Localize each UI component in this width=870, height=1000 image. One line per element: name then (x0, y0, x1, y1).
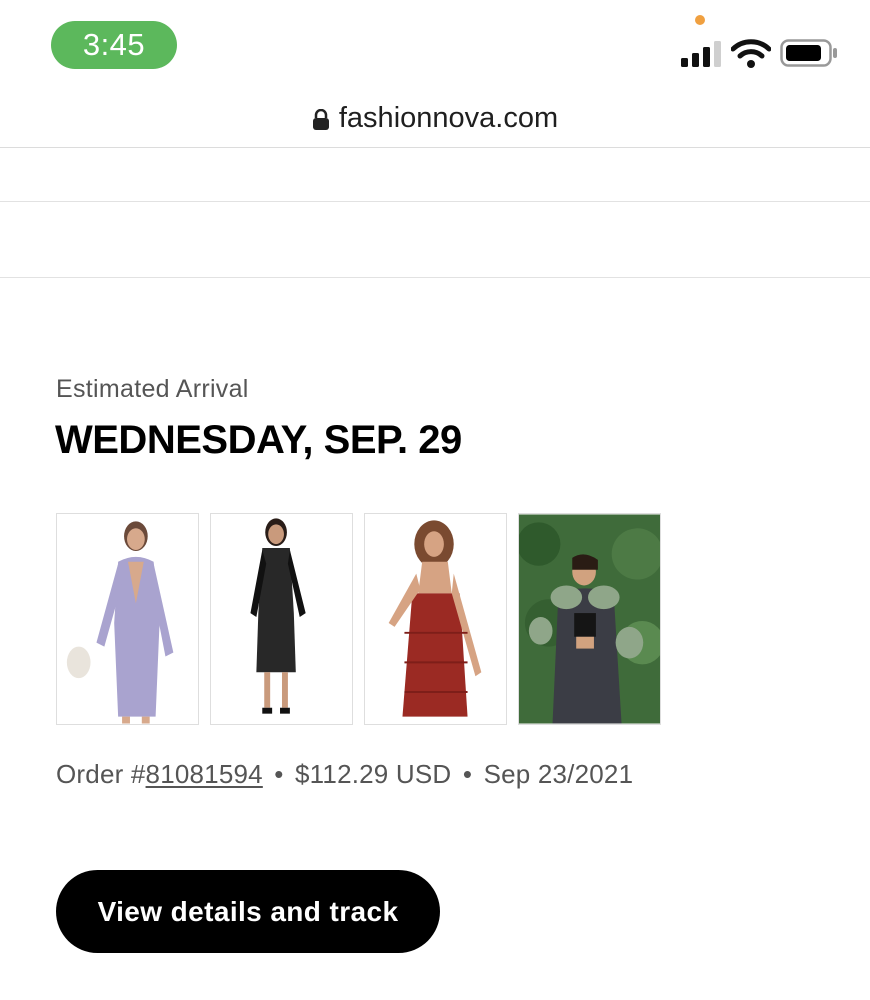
battery-icon (780, 39, 837, 67)
product-thumbnail-black-dress[interactable] (210, 513, 353, 725)
signal-icon (681, 41, 721, 67)
order-item-thumbnails (56, 513, 661, 725)
wifi-icon (731, 39, 771, 68)
order-summary: Order #81081594 • $112.29 USD • Sep 23/2… (56, 759, 633, 790)
status-time: 3:45 (51, 21, 177, 69)
red-fringe-dress-image (365, 514, 506, 724)
denim-jacket-image (519, 514, 660, 724)
lavender-dress-image (57, 514, 198, 724)
status-bar: 3:45 (0, 0, 870, 90)
black-dress-image (211, 514, 352, 724)
view-details-track-button[interactable]: View details and track (56, 870, 440, 953)
product-thumbnail-denim-jacket[interactable] (518, 513, 661, 725)
product-thumbnail-red-fringe-dress[interactable] (364, 513, 507, 725)
privacy-indicator-dot (695, 15, 705, 25)
navigation-band (0, 202, 870, 278)
product-thumbnail-lavender-dress[interactable] (56, 513, 199, 725)
estimated-arrival-date: WEDNESDAY, SEP. 29 (55, 418, 462, 462)
separator-dot: • (462, 759, 473, 789)
order-number-link[interactable]: 81081594 (146, 759, 263, 789)
separator-dot: • (274, 759, 284, 789)
page-url: fashionnova.com (338, 102, 559, 134)
order-total: $112.29 USD (295, 759, 452, 789)
header-band (0, 149, 870, 202)
address-bar[interactable]: fashionnova.com (0, 90, 870, 148)
order-date: Sep 23/2021 (483, 759, 634, 789)
estimated-arrival-label: Estimated Arrival (56, 375, 249, 403)
order-prefix: Order # (56, 759, 146, 789)
lock-icon (312, 108, 329, 130)
